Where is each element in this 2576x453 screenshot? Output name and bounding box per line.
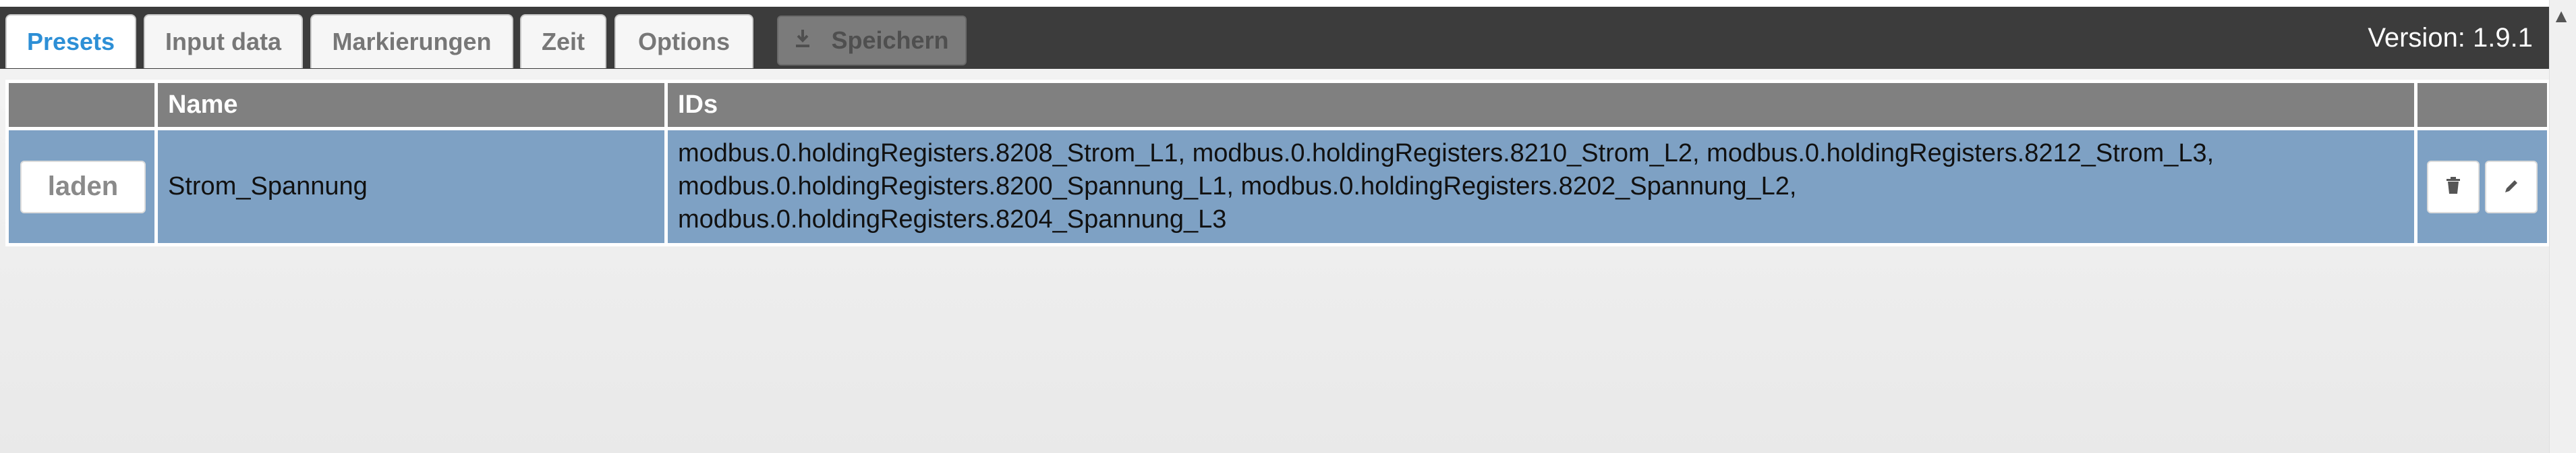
- table-row[interactable]: laden Strom_Spannung modbus.0.holdingReg…: [5, 127, 2550, 246]
- preset-ids: modbus.0.holdingRegisters.8208_Strom_L1,…: [664, 127, 2417, 246]
- pencil-icon: [2503, 170, 2519, 203]
- load-cell: laden: [5, 127, 158, 246]
- load-button[interactable]: laden: [20, 160, 146, 213]
- ids-line: modbus.0.holdingRegisters.8200_Spannung_…: [678, 172, 1797, 201]
- version-label: Version: 1.9.1: [2368, 22, 2533, 53]
- chevron-up-icon[interactable]: ▲: [2552, 5, 2571, 27]
- tab-presets[interactable]: Presets: [5, 14, 136, 68]
- column-header-ids: IDs: [664, 80, 2417, 130]
- presets-table: Name IDs laden Strom_Spannung modbus.0.h…: [5, 80, 2550, 246]
- tab-zeit[interactable]: Zeit: [520, 14, 606, 68]
- delete-button[interactable]: [2427, 160, 2480, 213]
- top-strip: [0, 0, 2550, 7]
- ids-line: modbus.0.holdingRegisters.8208_Strom_L1,…: [678, 139, 2214, 167]
- save-label: Speichern: [831, 26, 949, 54]
- vertical-scrollbar[interactable]: ▲: [2549, 0, 2576, 453]
- tab-input-data[interactable]: Input data: [144, 14, 303, 68]
- column-header-name: Name: [154, 80, 668, 130]
- download-icon: [795, 26, 811, 55]
- toolbar: Presets Input data Markierungen Zeit Opt…: [0, 7, 2550, 69]
- trash-icon: [2446, 170, 2461, 203]
- column-header-load: [5, 80, 158, 130]
- actions-cell: [2414, 127, 2550, 246]
- table-header-row: Name IDs: [5, 80, 2550, 130]
- tab-markierungen[interactable]: Markierungen: [310, 14, 513, 68]
- save-button[interactable]: Speichern: [777, 16, 967, 65]
- ids-line: modbus.0.holdingRegisters.8204_Spannung_…: [678, 205, 1227, 234]
- column-header-actions: [2414, 80, 2550, 130]
- tab-options[interactable]: Options: [614, 14, 753, 68]
- preset-name: Strom_Spannung: [154, 127, 668, 246]
- edit-button[interactable]: [2485, 160, 2538, 213]
